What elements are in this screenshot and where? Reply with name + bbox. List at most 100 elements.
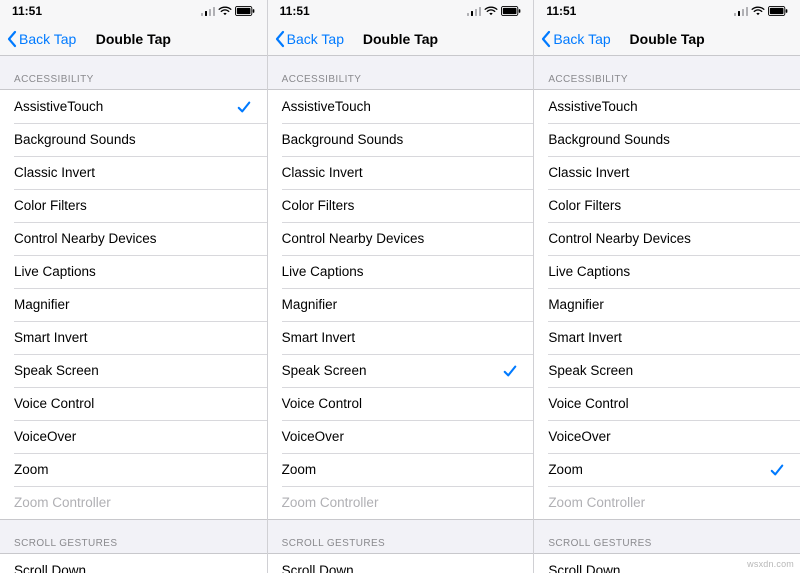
scroll-list: Scroll DownScroll Up xyxy=(0,553,267,573)
row-smart-invert[interactable]: Smart Invert xyxy=(268,321,534,354)
row-label: AssistiveTouch xyxy=(14,99,103,114)
row-speak-screen[interactable]: Speak Screen xyxy=(0,354,267,387)
row-label: Live Captions xyxy=(14,264,96,279)
cellular-signal-icon xyxy=(734,6,748,16)
content-scroll[interactable]: ACCESSIBILITY AssistiveTouch Background So… xyxy=(534,56,800,573)
pane-0: 11:51 Back Tap Double Tap ACCESSIBILITY Assi… xyxy=(0,0,267,573)
row-control-nearby[interactable]: Control Nearby Devices xyxy=(268,222,534,255)
row-control-nearby[interactable]: Control Nearby Devices xyxy=(534,222,800,255)
watermark-text: wsxdn.com xyxy=(747,559,794,569)
back-button[interactable]: Back Tap xyxy=(6,30,76,48)
row-color-filters[interactable]: Color Filters xyxy=(268,189,534,222)
row-classic-invert[interactable]: Classic Invert xyxy=(0,156,267,189)
nav-bar: Back Tap Double Tap xyxy=(0,22,267,56)
cellular-signal-icon xyxy=(467,6,481,16)
row-label: Scroll Down xyxy=(14,563,86,573)
row-classic-invert[interactable]: Classic Invert xyxy=(534,156,800,189)
back-button[interactable]: Back Tap xyxy=(540,30,610,48)
row-label: Zoom Controller xyxy=(14,495,111,510)
row-assistive-touch[interactable]: AssistiveTouch xyxy=(0,90,267,123)
row-label: Smart Invert xyxy=(282,330,356,345)
row-voice-control[interactable]: Voice Control xyxy=(534,387,800,420)
row-scroll-down[interactable]: Scroll Down xyxy=(268,554,534,573)
battery-icon xyxy=(235,6,255,16)
row-speak-screen[interactable]: Speak Screen xyxy=(534,354,800,387)
row-label: Voice Control xyxy=(14,396,94,411)
row-label: Control Nearby Devices xyxy=(14,231,157,246)
row-label: Zoom Controller xyxy=(282,495,379,510)
row-assistive-touch[interactable]: AssistiveTouch xyxy=(268,90,534,123)
row-label: AssistiveTouch xyxy=(548,99,637,114)
row-zoom-controller: Zoom Controller xyxy=(0,486,267,519)
row-label: Smart Invert xyxy=(14,330,88,345)
accessibility-list: AssistiveTouch Background SoundsClassic I… xyxy=(534,89,800,520)
row-voiceover[interactable]: VoiceOver xyxy=(534,420,800,453)
row-background-sounds[interactable]: Background Sounds xyxy=(534,123,800,156)
row-voiceover[interactable]: VoiceOver xyxy=(0,420,267,453)
row-label: VoiceOver xyxy=(282,429,344,444)
back-button[interactable]: Back Tap xyxy=(274,30,344,48)
row-voice-control[interactable]: Voice Control xyxy=(268,387,534,420)
row-color-filters[interactable]: Color Filters xyxy=(534,189,800,222)
row-color-filters[interactable]: Color Filters xyxy=(0,189,267,222)
row-label: Magnifier xyxy=(548,297,604,312)
row-zoom[interactable]: Zoom xyxy=(534,453,800,486)
row-label: Color Filters xyxy=(548,198,621,213)
back-label: Back Tap xyxy=(19,31,76,47)
row-live-captions[interactable]: Live Captions xyxy=(0,255,267,288)
nav-title: Double Tap xyxy=(363,31,438,47)
row-label: AssistiveTouch xyxy=(282,99,371,114)
row-scroll-down[interactable]: Scroll Down xyxy=(0,554,267,573)
row-label: Speak Screen xyxy=(14,363,99,378)
battery-icon xyxy=(768,6,788,16)
selected-check xyxy=(503,364,519,378)
section-header-scroll: SCROLL GESTURES xyxy=(0,520,267,553)
checkmark-icon xyxy=(503,364,517,378)
row-assistive-touch[interactable]: AssistiveTouch xyxy=(534,90,800,123)
status-bar: 11:51 xyxy=(0,0,267,22)
row-label: Zoom xyxy=(282,462,317,477)
row-label: Smart Invert xyxy=(548,330,622,345)
row-zoom[interactable]: Zoom xyxy=(268,453,534,486)
section-header-scroll: SCROLL GESTURES xyxy=(534,520,800,553)
nav-bar: Back Tap Double Tap xyxy=(268,22,534,56)
row-label: Background Sounds xyxy=(14,132,136,147)
row-control-nearby[interactable]: Control Nearby Devices xyxy=(0,222,267,255)
row-live-captions[interactable]: Live Captions xyxy=(534,255,800,288)
row-label: Color Filters xyxy=(14,198,87,213)
row-speak-screen[interactable]: Speak Screen xyxy=(268,354,534,387)
nav-bar: Back TapDouble Tap xyxy=(534,22,800,56)
row-label: Voice Control xyxy=(548,396,628,411)
selected-check xyxy=(237,100,253,114)
row-label: Zoom Controller xyxy=(548,495,645,510)
row-background-sounds[interactable]: Background Sounds xyxy=(268,123,534,156)
status-icons xyxy=(734,6,788,16)
row-classic-invert[interactable]: Classic Invert xyxy=(268,156,534,189)
content-scroll[interactable]: ACCESSIBILITY AssistiveTouch Background So… xyxy=(0,56,267,573)
section-header-accessibility: ACCESSIBILITY xyxy=(534,56,800,89)
row-magnifier[interactable]: Magnifier xyxy=(534,288,800,321)
row-background-sounds[interactable]: Background Sounds xyxy=(0,123,267,156)
row-label: Background Sounds xyxy=(282,132,404,147)
status-icons xyxy=(467,6,521,16)
status-bar: 11:51 xyxy=(268,0,534,22)
pane-1: 11:51 Back Tap Double Tap ACCESSIBILITYAssi… xyxy=(267,0,534,573)
nav-title: Double Tap xyxy=(96,31,171,47)
row-smart-invert[interactable]: Smart Invert xyxy=(534,321,800,354)
row-voice-control[interactable]: Voice Control xyxy=(0,387,267,420)
content-scroll[interactable]: ACCESSIBILITYAssistiveTouchBackground So… xyxy=(268,56,534,573)
row-magnifier[interactable]: Magnifier xyxy=(268,288,534,321)
row-voiceover[interactable]: VoiceOver xyxy=(268,420,534,453)
row-live-captions[interactable]: Live Captions xyxy=(268,255,534,288)
row-label: Speak Screen xyxy=(282,363,367,378)
row-zoom[interactable]: Zoom xyxy=(0,453,267,486)
status-time: 11:51 xyxy=(12,4,42,18)
row-magnifier[interactable]: Magnifier xyxy=(0,288,267,321)
section-header-accessibility: ACCESSIBILITY xyxy=(0,56,267,89)
row-label: Speak Screen xyxy=(548,363,633,378)
chevron-left-icon xyxy=(540,30,552,48)
row-smart-invert[interactable]: Smart Invert xyxy=(0,321,267,354)
row-label: Zoom xyxy=(14,462,49,477)
selected-check xyxy=(770,463,786,477)
wifi-icon xyxy=(751,6,765,16)
